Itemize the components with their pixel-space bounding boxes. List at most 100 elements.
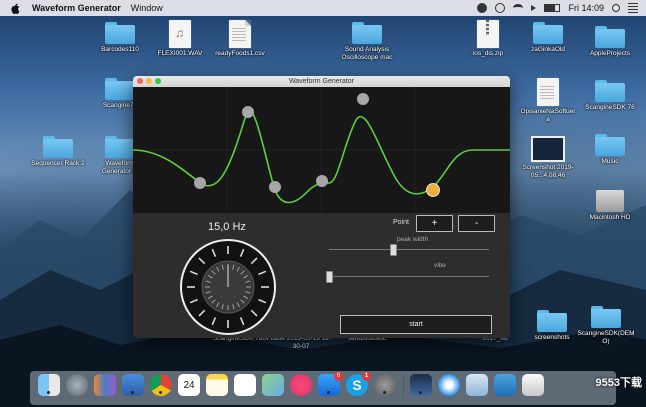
desktop-icon-sequencer-rack[interactable]: Sequencer Rack 2 [28, 136, 88, 168]
control-list-icon[interactable] [628, 3, 638, 13]
wifi-icon[interactable] [513, 4, 524, 12]
desktop-icon-label: ScangineSDK 76 [585, 104, 635, 111]
selected-control-point[interactable] [426, 183, 440, 197]
desktop-icon-label: ios_dis.zip [472, 50, 504, 57]
folder-icon [105, 136, 135, 158]
folder-icon [352, 22, 382, 44]
desktop-icon-label: FLEXI001.WAV [157, 50, 203, 57]
audio-file-icon: ♫ [169, 20, 191, 48]
desktop-icon-label: Barcodes110 [101, 46, 139, 53]
remove-point-button[interactable]: - [458, 215, 495, 232]
folder-icon [595, 80, 625, 102]
maps-icon[interactable] [262, 374, 284, 396]
apple-menu-icon[interactable] [10, 3, 20, 14]
instruments-icon[interactable] [410, 374, 432, 396]
screenshot-thumbnail-icon [531, 136, 565, 162]
desktop-icon-label: zaGinkaOld [531, 46, 565, 53]
desktop-icon-appleprojects[interactable]: AppleProjects [580, 26, 640, 58]
desktop-icon-label: OpisanieNaSoftuer a [520, 108, 576, 123]
folder-icon [595, 134, 625, 156]
desktop-icon-music[interactable]: Music [580, 134, 640, 166]
desktop-icon-label: screenshots [534, 334, 570, 341]
control-point[interactable] [194, 177, 206, 189]
close-button[interactable] [137, 78, 143, 84]
minimize-button[interactable] [146, 78, 152, 84]
desktop-icon-label: Sequencer Rack 2 [31, 160, 85, 167]
desktop-icon-macintosh-hd[interactable]: Macintosh HD [580, 190, 640, 222]
desktop-icon-zaginkaold[interactable]: zaGinkaOld [518, 22, 578, 54]
dock: 24 6 S1 [30, 371, 616, 405]
notes-icon[interactable] [206, 374, 228, 396]
peak-width-slider-thumb[interactable] [390, 244, 397, 256]
chrome-icon[interactable] [150, 374, 172, 396]
music-icon[interactable] [290, 374, 312, 396]
menu-clock[interactable]: Fri 14:09 [568, 3, 604, 13]
vibe-slider-thumb[interactable] [326, 271, 333, 283]
desktop-icon-flexi001-wav[interactable]: ♫ FLEXI001.WAV [150, 20, 210, 58]
desktop-icon-sound-analysis[interactable]: Sound Analysis Oscilloscope mac [336, 22, 398, 62]
folder-icon [43, 136, 73, 158]
notification-badge: 1 [362, 372, 371, 381]
preview-icon[interactable] [466, 374, 488, 396]
control-point[interactable] [269, 181, 281, 193]
waveform-canvas[interactable] [133, 87, 510, 213]
skype-status-icon[interactable] [477, 3, 488, 13]
volume-icon[interactable] [531, 5, 537, 11]
vibe-label: vibe [434, 262, 446, 269]
app-store-icon[interactable]: 6 [318, 372, 343, 396]
desktop-icon-readyfoods1-csv[interactable]: readyFoods1.csv [210, 20, 270, 58]
safari-icon[interactable] [438, 374, 460, 396]
books-icon[interactable] [94, 374, 116, 396]
zoom-button[interactable] [155, 78, 161, 84]
folder-icon [105, 22, 135, 44]
skype-icon[interactable]: S1 [346, 372, 371, 396]
desktop-icon-scanginesdk-76[interactable]: ScangineSDK 76 [580, 80, 640, 112]
window-title: Waveform Generator [288, 78, 355, 85]
desktop-icon-label: Screenshot 2019-05...4.08.46 [522, 164, 574, 179]
desktop-icon-label: readyFoods1.csv [215, 50, 265, 57]
folder-icon [533, 22, 563, 44]
control-point[interactable] [316, 175, 328, 187]
vibe-slider-track[interactable] [329, 276, 489, 277]
folder-icon [595, 26, 625, 48]
peak-width-slider-track[interactable] [329, 249, 489, 250]
zip-file-icon [477, 20, 499, 48]
reminders-icon[interactable] [234, 374, 256, 396]
waveform-grid [133, 87, 510, 213]
app-name-menu[interactable]: Waveform Generator [32, 3, 121, 13]
desktop-icon-screenshot[interactable]: Screenshot 2019-05...4.08.46 [518, 136, 578, 180]
control-point[interactable] [242, 106, 254, 118]
document-stack-icon[interactable] [522, 374, 544, 396]
window-titlebar[interactable]: Waveform Generator [133, 76, 510, 87]
finder-icon[interactable] [38, 374, 60, 396]
desktop-icon-label: Music [601, 158, 619, 165]
battery-icon[interactable] [544, 4, 561, 12]
waveform-generator-window: Waveform Generator 15,0 Hz Point + - pea… [133, 76, 510, 338]
csv-file-icon [229, 20, 251, 48]
add-point-button[interactable]: + [416, 215, 453, 232]
frequency-knob[interactable] [178, 237, 278, 337]
downloads-stack-icon[interactable] [494, 374, 516, 396]
desktop-icon-barcodes110[interactable]: Barcodes110 [90, 22, 150, 54]
desktop-icon-screenshots[interactable]: screenshots [522, 310, 582, 342]
security-status-icon[interactable] [495, 3, 506, 13]
watermark: 9553下载 [595, 377, 642, 389]
desktop-icon-scanginesdk-demo[interactable]: ScangineSDK(DEM O) [576, 306, 636, 346]
menu-bar: Waveform Generator Window Fri 14:09 [0, 0, 646, 16]
control-point[interactable] [357, 93, 369, 105]
xcode-icon[interactable] [122, 374, 144, 396]
notification-badge: 6 [334, 372, 343, 381]
start-button[interactable]: start [340, 315, 492, 334]
peak-width-label: peak width [397, 236, 429, 243]
desktop-icon-ios-dis-zip[interactable]: ios_dis.zip [458, 20, 518, 58]
calendar-icon[interactable]: 24 [178, 374, 200, 396]
desktop-icon-label: Macintosh HD [589, 214, 631, 221]
desktop-icon-opisanie[interactable]: OpisanieNaSoftuer a [518, 78, 578, 124]
system-preferences-icon[interactable] [374, 374, 396, 396]
spotlight-search-icon[interactable] [612, 4, 620, 12]
hard-drive-icon [596, 190, 624, 212]
launchpad-icon[interactable] [66, 374, 88, 396]
desktop-icon-label: AppleProjects [589, 50, 631, 57]
window-menu[interactable]: Window [131, 3, 163, 13]
folder-icon [537, 310, 567, 332]
